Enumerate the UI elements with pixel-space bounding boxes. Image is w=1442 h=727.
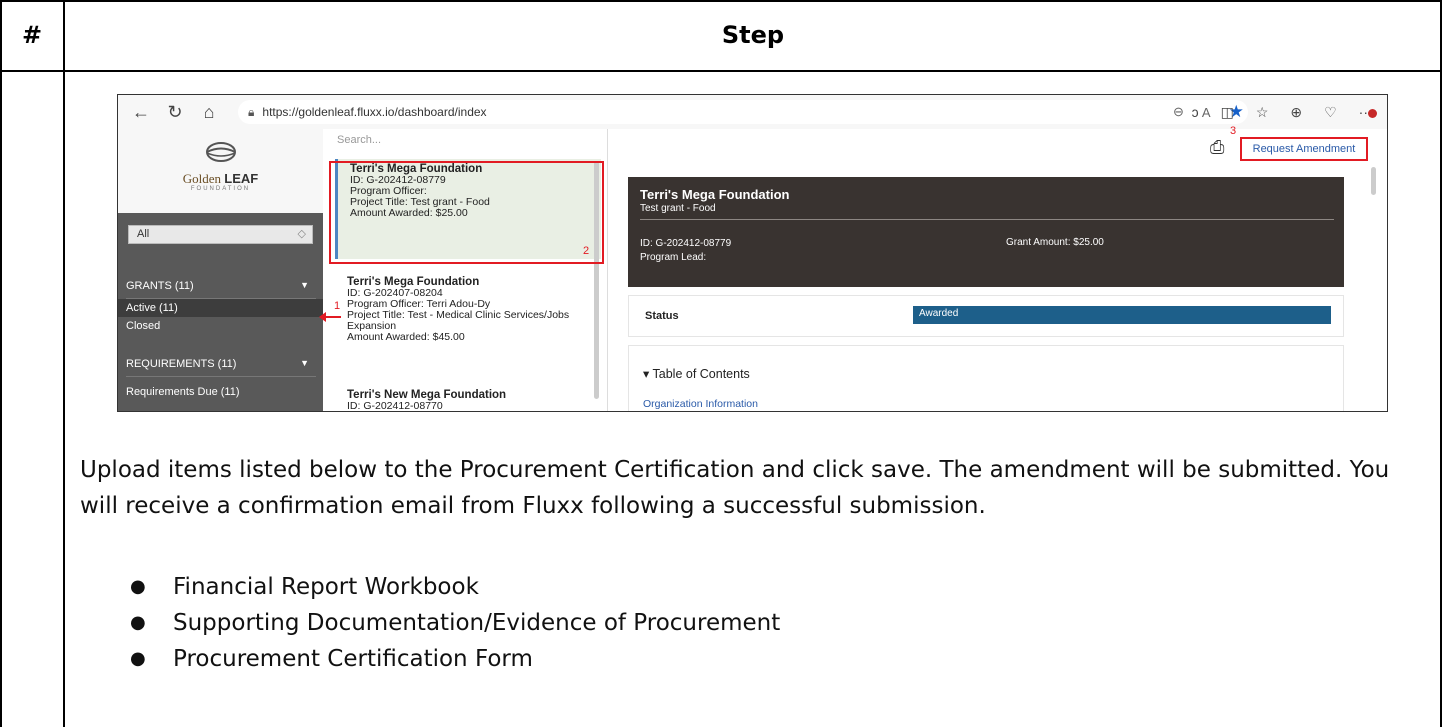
search-input[interactable]: Search...	[337, 134, 381, 146]
table-border-header	[0, 70, 1442, 72]
list-item: Financial Report Workbook	[130, 569, 780, 605]
instructions-text: Upload items listed below to the Procure…	[80, 457, 1390, 519]
list-item-id: ID: G-202412-08770	[347, 400, 443, 412]
annotation-box-2	[329, 161, 604, 264]
sidebar: All ◇ GRANTS (11) ▼ Active (11) Closed R…	[118, 213, 323, 411]
grant-amount: Grant Amount: $25.00	[1006, 237, 1104, 248]
toc-link-organization[interactable]: Organization Information	[643, 398, 758, 410]
logo-name: Golden	[182, 171, 222, 186]
status-label: Status	[645, 310, 679, 322]
table-border-left	[0, 0, 2, 727]
sidebar-item-active[interactable]: Active (11)	[118, 299, 323, 317]
annotation-number-2: 2	[583, 245, 590, 257]
grant-title: Terri's Mega Foundation	[640, 187, 790, 202]
notification-badge-icon	[1368, 108, 1377, 118]
annotation-number-1: 1	[334, 300, 341, 312]
requirements-due-label: Requirements Due (11)	[126, 386, 240, 398]
status-section: Status Awarded	[628, 295, 1344, 337]
logo-subtitle: FOUNDATION	[190, 186, 251, 192]
url-text: https://goldenleaf.fluxx.io/dashboard/in…	[262, 105, 487, 119]
sidebar-requirements-header[interactable]: REQUIREMENTS (11) ▼	[118, 355, 323, 373]
active-label: Active (11)	[126, 302, 178, 314]
caret-down-icon: ▼	[300, 280, 309, 290]
closed-label: Closed	[126, 320, 161, 332]
logo-area: Golden LEAF FOUNDATION	[118, 129, 323, 213]
filter-value: All	[137, 228, 150, 240]
sidebar-item-closed[interactable]: Closed	[118, 317, 323, 335]
more-menu-icon[interactable]: ··	[1359, 104, 1377, 120]
back-arrow-icon[interactable]: ←	[124, 102, 158, 123]
grant-id: ID: G-202412-08779	[640, 238, 732, 249]
grant-id-block: ID: G-202412-08779 Program Lead:	[640, 237, 731, 265]
url-field[interactable]: 🔒︎ https://goldenleaf.fluxx.io/dashboard…	[238, 100, 1248, 124]
list-item-amount: Amount Awarded: $45.00	[347, 331, 465, 343]
lock-icon: 🔒︎	[248, 104, 255, 119]
sidebar-grants-header[interactable]: GRANTS (11) ▼	[118, 277, 323, 295]
favorites-icon[interactable]: ☆	[1256, 104, 1269, 121]
collections-icon[interactable]: ⊕	[1290, 104, 1302, 121]
extensions-icon[interactable]: ↄ	[1192, 104, 1199, 120]
filter-select[interactable]: All ◇	[128, 225, 313, 244]
detail-scrollbar[interactable]	[1371, 167, 1376, 195]
required-items-list: Financial Report Workbook Supporting Doc…	[130, 569, 780, 677]
printer-icon[interactable]: ⎙	[1210, 137, 1224, 158]
refresh-icon[interactable]: ↻	[158, 102, 192, 123]
program-lead: Program Lead:	[640, 252, 707, 263]
logo-wordmark: Golden LEAF	[118, 171, 323, 187]
status-badge: Awarded	[913, 306, 1331, 324]
embedded-screenshot: ← ↻ ⌂ 🔒︎ https://goldenleaf.fluxx.io/das…	[117, 94, 1388, 412]
grants-header-label: GRANTS (11)	[126, 280, 194, 292]
list-item[interactable]: Terri's New Mega Foundation ID: G-202412…	[335, 385, 601, 412]
zoom-icon[interactable]: ⊖	[1173, 104, 1184, 120]
list-item-project: Project Title: Test - Medical Clinic Ser…	[347, 309, 570, 332]
sidebar-item-requirements-due[interactable]: Requirements Due (11)	[118, 383, 323, 401]
toc-title[interactable]: ▾ Table of Contents	[643, 366, 750, 381]
list-item: Procurement Certification Form	[130, 641, 780, 677]
detail-panel: ⎙ Request Amendment Terri's Mega Foundat…	[608, 129, 1387, 411]
split-screen-icon[interactable]: ◫	[1221, 104, 1234, 121]
golden-leaf-logo-icon	[206, 142, 236, 162]
request-amendment-button[interactable]: Request Amendment	[1240, 137, 1368, 161]
table-border-divider	[63, 0, 65, 727]
home-icon[interactable]: ⌂	[192, 102, 226, 123]
table-of-contents: ▾ Table of Contents Organization Informa…	[628, 345, 1344, 411]
browser-toolbar: ↄ ◫ ☆ ⊕ ♡ ··	[1192, 100, 1377, 124]
select-chevron-icon: ◇	[297, 228, 306, 240]
heart-icon[interactable]: ♡	[1324, 104, 1337, 121]
annotation-arrow-1	[319, 312, 341, 322]
list-item[interactable]: Terri's Mega Foundation ID: G-202407-082…	[335, 272, 601, 362]
requirements-header-label: REQUIREMENTS (11)	[126, 358, 237, 370]
caret-down-icon: ▼	[300, 358, 309, 368]
list-item: Supporting Documentation/Evidence of Pro…	[130, 605, 780, 641]
grant-summary-card: Terri's Mega Foundation Test grant - Foo…	[628, 177, 1344, 287]
sidebar-divider	[126, 376, 316, 377]
logo-bold: LEAF	[224, 171, 259, 186]
card-divider	[640, 219, 1334, 220]
header-number: #	[21, 21, 43, 49]
header-step: Step	[721, 21, 785, 49]
annotation-number-3: 3	[1230, 125, 1237, 137]
grant-subtitle: Test grant - Food	[640, 203, 716, 214]
